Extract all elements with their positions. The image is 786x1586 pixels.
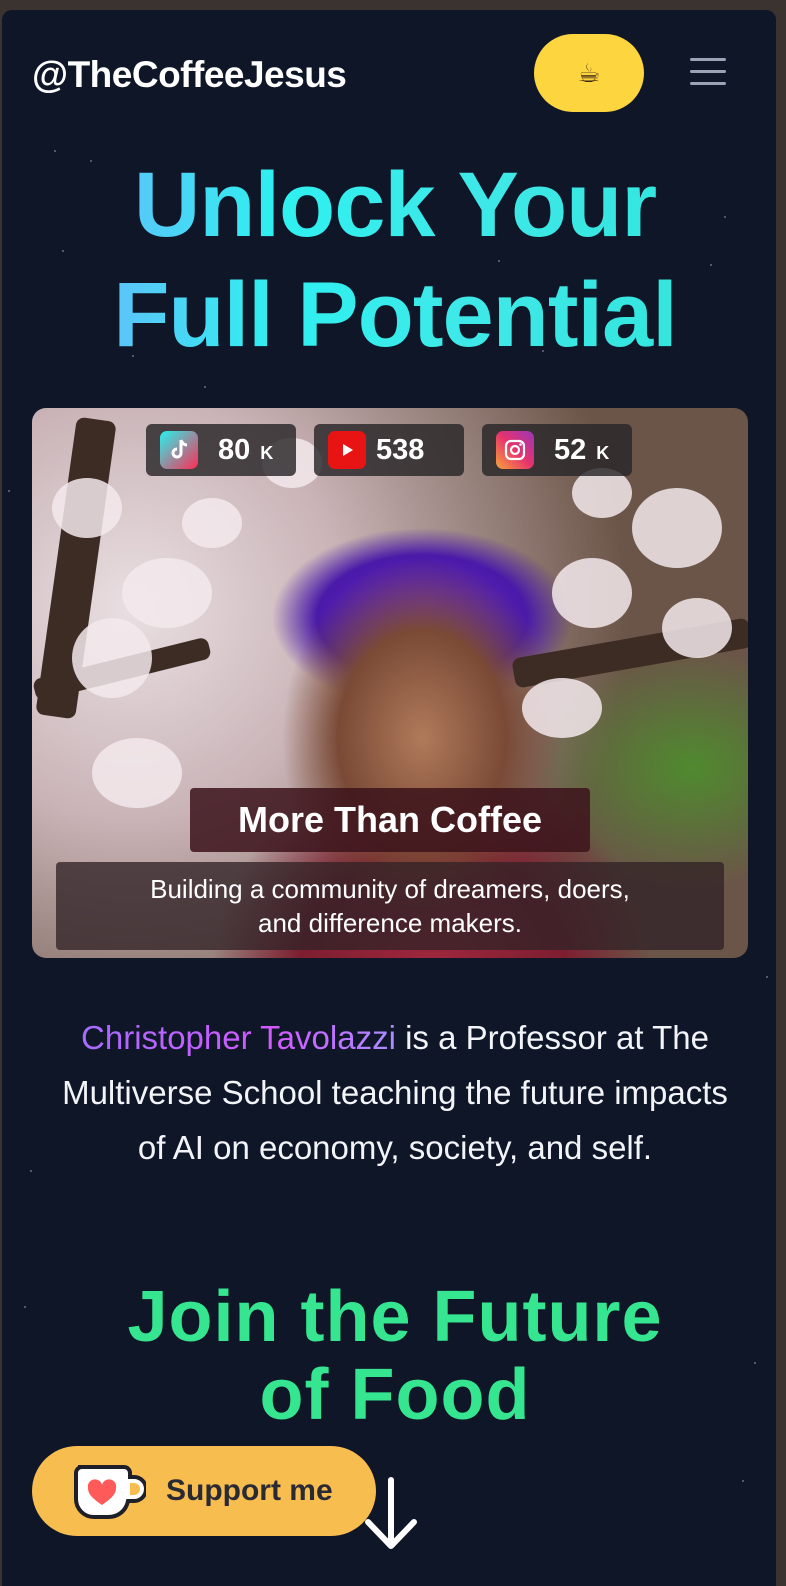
stat-tiktok[interactable]: 80 K bbox=[146, 424, 296, 476]
caption-line1: Building a community of dreamers, doers, bbox=[150, 874, 630, 904]
instagram-unit: K bbox=[596, 442, 610, 463]
instagram-count: 52 bbox=[554, 433, 587, 466]
bio-paragraph: Christopher Tavolazzi is a Professor at … bbox=[62, 1010, 728, 1175]
profile-photo-card: 80 K 538 52 K More Than Coffee Building … bbox=[32, 408, 748, 958]
youtube-count: 538 bbox=[376, 433, 425, 466]
tiktok-count: 80 bbox=[218, 433, 251, 466]
coffee-cup-icon: ☕ bbox=[577, 57, 601, 88]
support-me-label: Support me bbox=[166, 1474, 333, 1507]
page: @TheCoffeeJesus ☕ Unlock Your Full Poten… bbox=[2, 10, 776, 1586]
support-me-button[interactable]: Support me bbox=[32, 1446, 376, 1536]
join-heading-line2: of Food bbox=[259, 1355, 531, 1435]
hero-title: Unlock Your Full Potential bbox=[2, 150, 776, 370]
kofi-cup-icon bbox=[74, 1465, 146, 1519]
tiktok-unit: K bbox=[260, 442, 274, 463]
author-name[interactable]: Christopher Tavolazzi bbox=[81, 1019, 396, 1056]
hero-title-line1: Unlock Your bbox=[133, 154, 657, 256]
hamburger-menu-icon[interactable] bbox=[688, 56, 728, 90]
scroll-down-arrow-icon[interactable] bbox=[360, 1476, 422, 1552]
coffee-button[interactable]: ☕ bbox=[534, 34, 644, 112]
youtube-icon bbox=[328, 431, 366, 469]
social-stats: 80 K 538 52 K bbox=[146, 424, 666, 478]
instagram-icon bbox=[496, 431, 534, 469]
join-heading: Join the Future of Food bbox=[2, 1278, 776, 1434]
hero-title-line2: Full Potential bbox=[113, 264, 677, 366]
tiktok-icon bbox=[160, 431, 198, 469]
stat-instagram[interactable]: 52 K bbox=[482, 424, 632, 476]
brand-handle[interactable]: @TheCoffeeJesus bbox=[32, 54, 347, 96]
stat-youtube[interactable]: 538 bbox=[314, 424, 464, 476]
photo-caption-title: More Than Coffee bbox=[190, 788, 590, 852]
header: @TheCoffeeJesus ☕ bbox=[2, 10, 776, 130]
photo-caption-subtitle: Building a community of dreamers, doers,… bbox=[56, 862, 724, 950]
caption-line2: and difference makers. bbox=[258, 908, 522, 938]
join-heading-line1: Join the Future bbox=[127, 1277, 663, 1357]
